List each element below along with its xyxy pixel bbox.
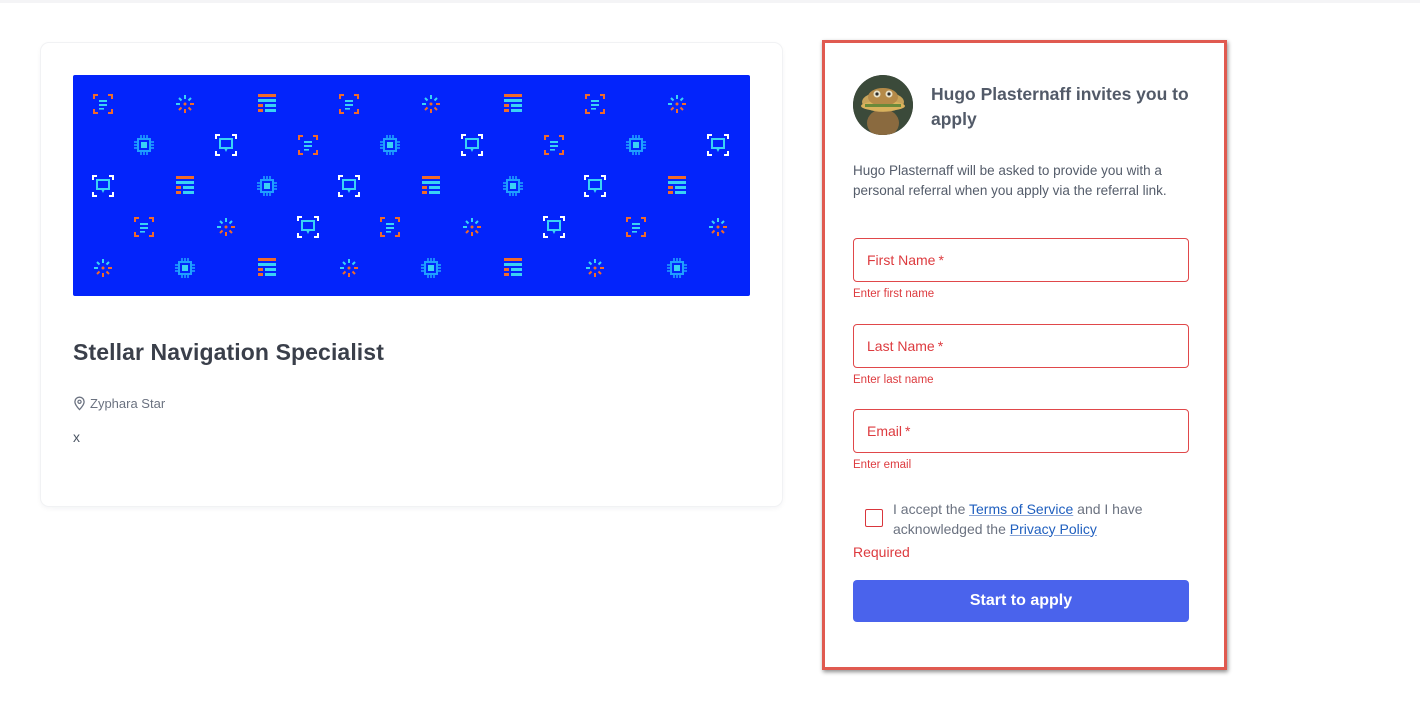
referrer-avatar	[853, 75, 913, 135]
banner-pattern-icon	[339, 94, 359, 114]
first-name-error: Enter first name	[853, 288, 935, 300]
banner-pattern-icon	[338, 175, 360, 197]
banner-pattern-icon	[709, 218, 727, 236]
banner-pattern-icon	[584, 175, 606, 197]
job-location: Zyphara Star	[73, 395, 165, 411]
start-to-apply-button[interactable]: Start to apply	[853, 580, 1189, 622]
referral-panel: Hugo Plasternaff invites you to apply Hu…	[822, 40, 1227, 670]
terms-consent: I accept the Terms of Service and I have…	[865, 500, 1175, 539]
invite-message: Hugo Plasternaff will be asked to provid…	[853, 163, 1167, 198]
banner-pattern-icon	[461, 134, 483, 156]
banner-pattern-icon	[175, 258, 195, 278]
terms-text: I accept the Terms of Service and I have…	[893, 500, 1175, 539]
required-asterisk: *	[937, 338, 944, 354]
banner-pattern-icon	[504, 94, 522, 112]
banner-pattern-icon	[380, 135, 400, 155]
map-pin-icon	[73, 396, 86, 411]
terms-required-error: Required	[853, 544, 910, 560]
banner-pattern-icon	[421, 258, 441, 278]
banner-pattern-icon	[258, 94, 276, 112]
banner-pattern-icon	[586, 259, 604, 277]
job-description: x	[73, 429, 80, 445]
banner-pattern-icon	[92, 175, 114, 197]
terms-prefix: I accept the	[893, 501, 970, 517]
banner-pattern-icon	[667, 258, 687, 278]
required-asterisk: *	[938, 252, 944, 268]
banner-pattern-icon	[422, 176, 440, 194]
terms-of-service-link[interactable]: Terms of Service	[969, 501, 1073, 517]
terms-checkbox[interactable]	[865, 509, 883, 527]
banner-pattern-icon	[94, 259, 112, 277]
banner-pattern-icon	[668, 176, 686, 194]
banner-pattern-icon	[668, 95, 686, 113]
banner-pattern-icon	[503, 176, 523, 196]
banner-pattern-icon	[258, 258, 276, 276]
top-divider	[0, 0, 1420, 3]
banner-pattern-icon	[544, 135, 564, 155]
invite-title: Hugo Plasternaff invites you to apply	[931, 84, 1189, 129]
last-name-label: Last Name	[867, 338, 935, 354]
banner-pattern-icon	[504, 258, 522, 276]
banner-pattern-icon	[176, 95, 194, 113]
email-label: Email	[867, 423, 903, 439]
email-error: Enter email	[853, 459, 912, 471]
job-location-text: Zyphara Star	[90, 395, 166, 411]
last-name-error: Enter last name	[853, 374, 934, 386]
banner-pattern-icon	[463, 218, 481, 236]
banner-pattern-icon	[380, 217, 400, 237]
first-name-field[interactable]: First Name *	[853, 238, 1189, 282]
first-name-label: First Name	[867, 252, 936, 268]
job-card: Stellar Navigation Specialist Zyphara St…	[41, 43, 782, 506]
last-name-field[interactable]: Last Name *	[853, 324, 1189, 368]
banner-pattern-icon	[422, 95, 440, 113]
banner-pattern-icon	[298, 135, 318, 155]
job-banner-image	[73, 75, 750, 296]
banner-pattern-icon	[340, 259, 358, 277]
banner-pattern-icon	[626, 135, 646, 155]
banner-pattern-icon	[707, 134, 729, 156]
job-title: Stellar Navigation Specialist	[73, 339, 384, 365]
email-field[interactable]: Email *	[853, 409, 1189, 453]
banner-pattern-icon	[626, 217, 646, 237]
banner-pattern-icon	[215, 134, 237, 156]
banner-pattern-icon	[217, 218, 235, 236]
privacy-policy-link[interactable]: Privacy Policy	[1010, 521, 1097, 537]
banner-pattern-icon	[134, 217, 154, 237]
banner-pattern-icon	[543, 216, 565, 238]
banner-pattern-icon	[134, 135, 154, 155]
required-asterisk: *	[905, 423, 911, 439]
banner-pattern-icon	[257, 176, 277, 196]
banner-pattern-icon	[176, 176, 194, 194]
banner-pattern-icon	[585, 94, 605, 114]
banner-pattern-icon	[297, 216, 319, 238]
banner-pattern-icon	[93, 94, 113, 114]
